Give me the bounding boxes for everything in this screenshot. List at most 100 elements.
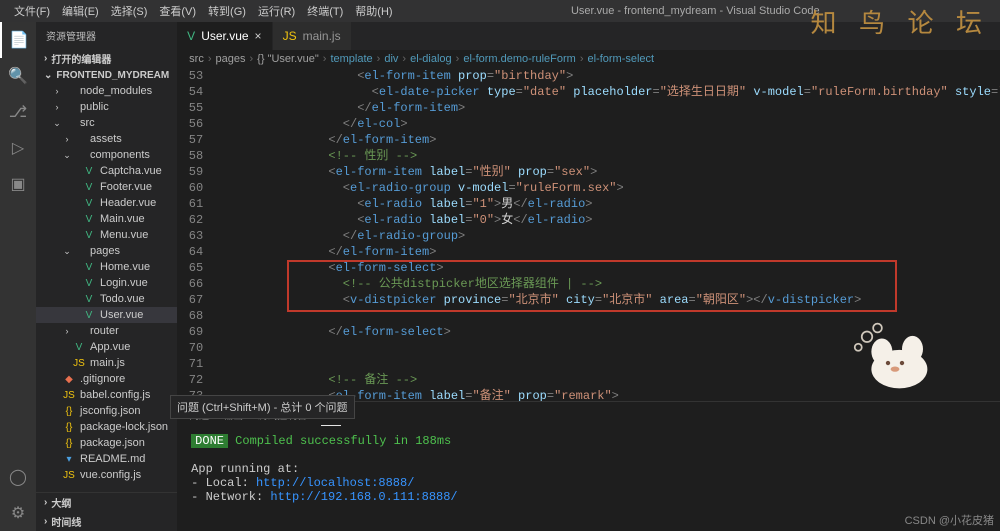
code-content[interactable]: <el-form-item prop="birthday"> <el-date-…: [213, 68, 1000, 401]
tree-item-main.vue[interactable]: VMain.vue: [36, 211, 177, 227]
tree-item-jsconfig.json[interactable]: {}jsconfig.json: [36, 403, 177, 419]
breadcrumb-item[interactable]: el-form-select: [587, 53, 654, 65]
vue-icon: V: [82, 292, 96, 306]
sidebar-title: 资源管理器: [36, 22, 177, 49]
explorer-icon[interactable]: 📄: [0, 22, 36, 58]
folder-icon: [72, 148, 86, 162]
tooltip: 问题 (Ctrl+Shift+M) - 总计 0 个问题: [170, 395, 355, 419]
menu-终端[interactable]: 终端(T): [301, 6, 349, 18]
breadcrumb-item[interactable]: el-dialog: [410, 53, 452, 65]
folder-icon: [62, 100, 76, 114]
breadcrumb-item[interactable]: pages: [216, 53, 246, 65]
menu-运行[interactable]: 运行(R): [252, 6, 301, 18]
timeline-header[interactable]: ›时间线: [36, 512, 177, 531]
breadcrumb-item[interactable]: el-form.demo-ruleForm: [463, 53, 575, 65]
folder-root-header[interactable]: ⌄FRONTEND_MYDREAM: [36, 68, 177, 83]
account-icon[interactable]: ◯: [0, 459, 36, 495]
activity-bar: 📄 🔍 ⎇ ▷ ▣ ◯ ⚙: [0, 22, 36, 531]
breadcrumb-item[interactable]: template: [330, 53, 372, 65]
local-url[interactable]: http://localhost:8888/: [256, 476, 414, 490]
tree-item-user.vue[interactable]: VUser.vue: [36, 307, 177, 323]
menu-编辑[interactable]: 编辑(E): [56, 6, 105, 18]
folder-icon: [72, 132, 86, 146]
tree-item-router[interactable]: ›router: [36, 323, 177, 339]
network-url[interactable]: http://192.168.0.111:8888/: [270, 490, 457, 504]
breadcrumb[interactable]: src›pages›{} "User.vue"›template›div›el-…: [177, 50, 1000, 68]
tree-item-components[interactable]: ⌄components: [36, 147, 177, 163]
tree-item-babel.config.js[interactable]: JSbabel.config.js: [36, 387, 177, 403]
breadcrumb-item[interactable]: src: [189, 53, 204, 65]
debug-icon[interactable]: ▷: [0, 130, 36, 166]
tree-item-home.vue[interactable]: VHome.vue: [36, 259, 177, 275]
tab-main.js[interactable]: JSmain.js: [273, 22, 352, 50]
menu-查看[interactable]: 查看(V): [153, 6, 202, 18]
js-icon: JS: [62, 468, 76, 482]
json-icon: {}: [62, 404, 76, 418]
search-icon[interactable]: 🔍: [0, 58, 36, 94]
folder-icon: [62, 116, 76, 130]
close-tab-icon[interactable]: ×: [255, 29, 262, 43]
menu-文件[interactable]: 文件(F): [8, 6, 56, 18]
done-badge: DONE: [191, 434, 228, 448]
tree-item-captcha.vue[interactable]: VCaptcha.vue: [36, 163, 177, 179]
vue-icon: V: [82, 212, 96, 226]
panel: 问题输出调试控制台终端 ▾ ＋ ▯ 🗑 ⋯ ⌃ ✕ 22:55:15 DONE …: [177, 401, 1000, 531]
vue-icon: V: [82, 228, 96, 242]
tree-item-pages[interactable]: ⌄pages: [36, 243, 177, 259]
vue-icon: V: [82, 260, 96, 274]
vue-icon: V: [187, 29, 195, 43]
json-icon: {}: [62, 436, 76, 450]
tree-item-package.json[interactable]: {}package.json: [36, 435, 177, 451]
md-icon: ▾: [62, 452, 76, 466]
tree-item-public[interactable]: ›public: [36, 99, 177, 115]
terminal[interactable]: 22:55:15 DONE Compiled successfully in 1…: [177, 426, 1000, 531]
vue-icon: V: [82, 276, 96, 290]
menu-帮助[interactable]: 帮助(H): [349, 6, 398, 18]
tree-item-readme.md[interactable]: ▾README.md: [36, 451, 177, 467]
title-bar: 文件(F)编辑(E)选择(S)查看(V)转到(G)运行(R)终端(T)帮助(H)…: [0, 0, 1000, 22]
open-editors-header[interactable]: ›打开的编辑器: [36, 49, 177, 68]
tab-user.vue[interactable]: VUser.vue×: [177, 22, 272, 50]
vue-icon: V: [82, 308, 96, 322]
tree-item-app.vue[interactable]: VApp.vue: [36, 339, 177, 355]
scm-icon[interactable]: ⎇: [0, 94, 36, 130]
tree-item-package-lock.json[interactable]: {}package-lock.json: [36, 419, 177, 435]
line-gutter: 5354555657585960616263646566676869707172…: [177, 68, 213, 401]
editor-tabs: VUser.vue×JSmain.js: [177, 22, 1000, 50]
git-icon: ◆: [62, 372, 76, 386]
editor[interactable]: 5354555657585960616263646566676869707172…: [177, 68, 1000, 401]
breadcrumb-item[interactable]: div: [384, 53, 398, 65]
settings-icon[interactable]: ⚙: [0, 495, 36, 531]
tree-item-footer.vue[interactable]: VFooter.vue: [36, 179, 177, 195]
vue-icon: V: [82, 164, 96, 178]
tree-item-src[interactable]: ⌄src: [36, 115, 177, 131]
tree-item-.gitignore[interactable]: ◆.gitignore: [36, 371, 177, 387]
highlight-box: [287, 260, 897, 312]
js-icon: JS: [72, 356, 86, 370]
folder-icon: [62, 84, 76, 98]
menu-转到[interactable]: 转到(G): [202, 6, 252, 18]
tree-item-main.js[interactable]: JSmain.js: [36, 355, 177, 371]
vue-icon: V: [82, 180, 96, 194]
tree-item-node_modules[interactable]: ›node_modules: [36, 83, 177, 99]
tree-item-login.vue[interactable]: VLogin.vue: [36, 275, 177, 291]
sidebar: 资源管理器 ›打开的编辑器 ⌄FRONTEND_MYDREAM ›node_mo…: [36, 22, 177, 531]
watermark-bottom: CSDN @小花皮猪: [905, 512, 994, 528]
js-icon: JS: [283, 29, 297, 43]
folder-icon: [72, 324, 86, 338]
js-icon: JS: [62, 388, 76, 402]
editor-area: VUser.vue×JSmain.js src›pages›{} "User.v…: [177, 22, 1000, 531]
menu-选择[interactable]: 选择(S): [105, 6, 154, 18]
vue-icon: V: [82, 196, 96, 210]
vue-icon: V: [72, 340, 86, 354]
tree-item-vue.config.js[interactable]: JSvue.config.js: [36, 467, 177, 483]
extensions-icon[interactable]: ▣: [0, 166, 36, 202]
json-icon: {}: [62, 420, 76, 434]
outline-header[interactable]: ›大纲: [36, 492, 177, 512]
tree-item-menu.vue[interactable]: VMenu.vue: [36, 227, 177, 243]
tree-item-todo.vue[interactable]: VTodo.vue: [36, 291, 177, 307]
tree-item-header.vue[interactable]: VHeader.vue: [36, 195, 177, 211]
breadcrumb-item[interactable]: {} "User.vue": [257, 53, 319, 65]
window-title: User.vue - frontend_mydream - Visual Stu…: [399, 5, 992, 17]
tree-item-assets[interactable]: ›assets: [36, 131, 177, 147]
